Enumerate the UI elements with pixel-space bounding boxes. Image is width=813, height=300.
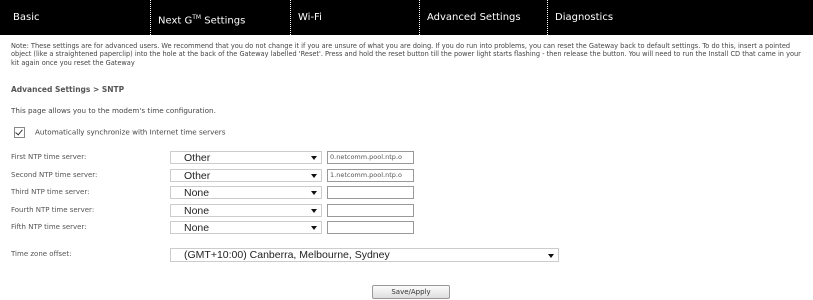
chevron-down-icon bbox=[548, 254, 554, 258]
ntp-server-3-label: Third NTP time server: bbox=[11, 188, 90, 196]
timezone-label: Time zone offset: bbox=[11, 250, 72, 258]
tab-next-g-label: Next G bbox=[158, 15, 193, 27]
ntp-server-3-select[interactable]: None bbox=[170, 186, 322, 199]
auto-sync-label: Automatically synchronize with Internet … bbox=[35, 127, 226, 137]
page-description: This page allows you to the modem's time… bbox=[11, 106, 216, 115]
ntp-server-1-select[interactable]: Other bbox=[170, 151, 322, 164]
ntp-server-2-selected: Other bbox=[184, 170, 211, 182]
auto-sync-row: Automatically synchronize with Internet … bbox=[14, 127, 225, 138]
ntp-server-5-label: Fifth NTP time server: bbox=[11, 223, 87, 231]
ntp-server-2-label: Second NTP time server: bbox=[11, 171, 98, 179]
tab-basic-label: Basic bbox=[13, 12, 40, 23]
tab-advanced-settings[interactable]: Advanced Settings bbox=[419, 0, 521, 35]
ntp-server-3-input[interactable] bbox=[327, 186, 414, 199]
chevron-down-icon bbox=[311, 209, 317, 213]
ntp-server-4-input[interactable] bbox=[327, 204, 414, 217]
trademark-superscript: TM bbox=[192, 14, 202, 21]
ntp-server-1-label: First NTP time server: bbox=[11, 153, 87, 161]
ntp-server-1-input[interactable]: 0.netcomm.pool.ntp.o bbox=[327, 151, 414, 164]
ntp-server-5-selected: None bbox=[184, 222, 210, 234]
tab-diagnostics[interactable]: Diagnostics bbox=[547, 0, 613, 35]
ntp-server-4-selected: None bbox=[184, 205, 210, 217]
chevron-down-icon bbox=[311, 226, 317, 230]
chevron-down-icon bbox=[311, 191, 317, 195]
tab-wifi-label: Wi-Fi bbox=[298, 12, 322, 23]
ntp-server-2-select[interactable]: Other bbox=[170, 169, 322, 182]
ntp-server-4-select[interactable]: None bbox=[170, 204, 322, 217]
ntp-server-3-selected: None bbox=[184, 187, 210, 199]
chevron-down-icon bbox=[311, 174, 317, 178]
tab-wifi[interactable]: Wi-Fi bbox=[290, 0, 322, 35]
advanced-users-note: Note: These settings are for advanced us… bbox=[11, 42, 801, 67]
tab-next-g-suffix: Settings bbox=[201, 15, 246, 27]
ntp-server-5-input[interactable] bbox=[327, 221, 414, 234]
top-nav-bar: Basic Next GTM Settings Wi-Fi Advanced S… bbox=[0, 0, 813, 35]
ntp-server-2-input[interactable]: 1.netcomm.pool.ntp.o bbox=[327, 169, 414, 182]
timezone-select[interactable]: (GMT+10:00) Canberra, Melbourne, Sydney bbox=[170, 248, 559, 262]
chevron-down-icon bbox=[311, 156, 317, 160]
timezone-selected: (GMT+10:00) Canberra, Melbourne, Sydney bbox=[184, 249, 390, 261]
page-breadcrumb: Advanced Settings > SNTP bbox=[11, 85, 125, 94]
tab-diagnostics-label: Diagnostics bbox=[555, 12, 614, 23]
tab-advanced-settings-label: Advanced Settings bbox=[427, 12, 521, 23]
ntp-server-4-label: Fourth NTP time server: bbox=[11, 206, 95, 214]
auto-sync-checkbox[interactable] bbox=[14, 127, 25, 138]
ntp-server-1-selected: Other bbox=[184, 152, 211, 164]
tab-next-g-settings[interactable]: Next GTM Settings bbox=[150, 0, 245, 35]
ntp-server-5-select[interactable]: None bbox=[170, 221, 322, 234]
tab-basic[interactable]: Basic bbox=[13, 0, 39, 35]
save-apply-button[interactable]: Save/Apply bbox=[372, 285, 450, 299]
